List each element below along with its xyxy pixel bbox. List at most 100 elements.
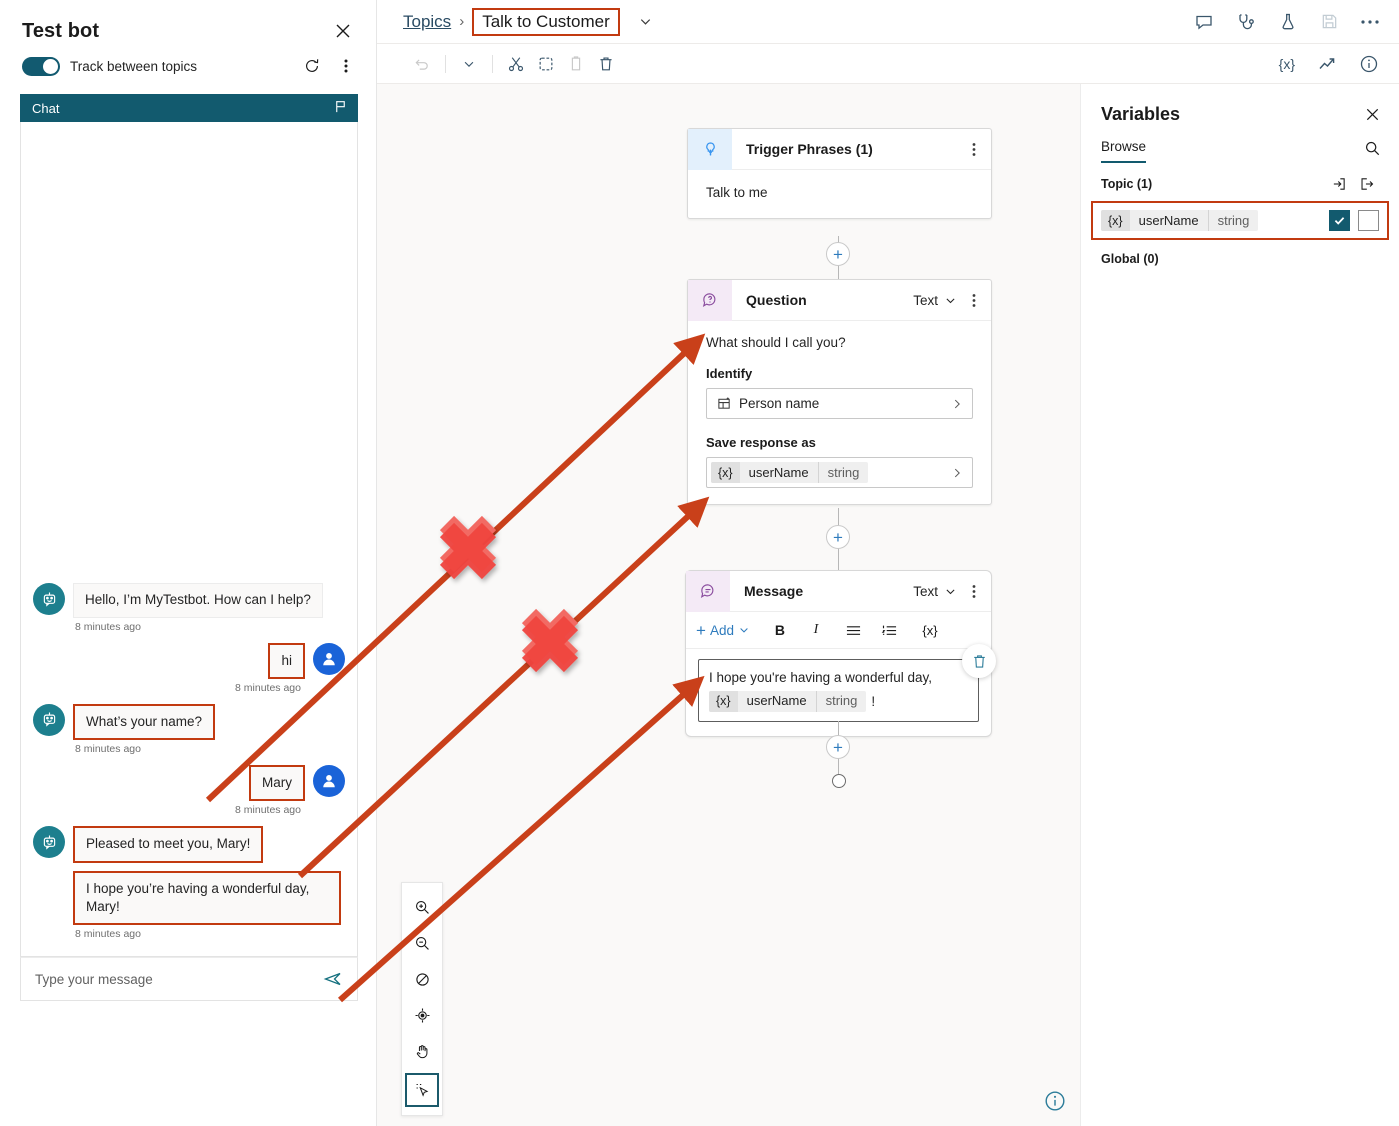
question-node[interactable]: Question Text What should I call you? Id… bbox=[687, 279, 992, 505]
undo-history-chevron-down-icon[interactable] bbox=[454, 49, 484, 79]
identify-picker[interactable]: Person name bbox=[706, 388, 973, 419]
send-icon[interactable] bbox=[323, 969, 343, 989]
more-options-icon[interactable] bbox=[334, 54, 358, 78]
save-icon[interactable] bbox=[1320, 12, 1339, 31]
chat-message-list: Hello, I’m MyTestbot. How can I help? 8 m… bbox=[21, 583, 357, 950]
refresh-icon[interactable] bbox=[300, 54, 324, 78]
chat-tab-label: Chat bbox=[32, 100, 60, 116]
trigger-node-header: Trigger Phrases (1) bbox=[688, 128, 991, 170]
paste-icon[interactable] bbox=[561, 49, 591, 79]
zoom-in-icon[interactable] bbox=[406, 889, 438, 925]
pan-hand-icon[interactable] bbox=[406, 1033, 438, 1069]
flag-icon[interactable] bbox=[333, 99, 348, 117]
delete-message-icon[interactable] bbox=[962, 644, 996, 678]
message-variable-chip[interactable]: {x} userName string bbox=[709, 690, 867, 712]
copy-icon[interactable] bbox=[531, 49, 561, 79]
question-variable-type: string bbox=[817, 462, 869, 483]
variable-input-checkbox[interactable] bbox=[1329, 210, 1350, 231]
message-text-editor[interactable]: I hope you're having a wonderful day, {x… bbox=[698, 644, 996, 723]
undo-icon[interactable] bbox=[407, 49, 437, 79]
authoring-canvas[interactable]: Trigger Phrases (1) Talk to me + Questio… bbox=[377, 84, 1080, 1126]
insert-variable-button[interactable]: {x} bbox=[916, 617, 944, 643]
add-node-button-2[interactable]: + bbox=[826, 525, 850, 549]
tab-browse[interactable]: Browse bbox=[1101, 139, 1147, 163]
bot-avatar-icon bbox=[33, 826, 65, 859]
topic-variable-chip[interactable]: {x} userName string bbox=[1101, 210, 1259, 231]
bot-avatar-icon bbox=[33, 703, 65, 736]
add-node-button-3[interactable]: + bbox=[826, 735, 850, 759]
chat-timestamp: 8 minutes ago bbox=[235, 681, 301, 694]
chevron-down-icon bbox=[740, 628, 748, 633]
chat-tab[interactable]: Chat bbox=[20, 94, 358, 122]
table-row[interactable]: {x} userName string bbox=[1101, 210, 1321, 231]
bulleted-list-button[interactable] bbox=[840, 617, 868, 643]
trigger-phrase-text[interactable]: Talk to me bbox=[706, 185, 973, 200]
chat-input-row[interactable]: Type your message bbox=[20, 957, 358, 1001]
question-bubble-icon bbox=[688, 279, 732, 321]
chat-bubble: I hope you’re having a wonderful day, Ma… bbox=[73, 870, 341, 925]
chevron-down-icon bbox=[946, 589, 955, 594]
chat-message-bot: I hope you’re having a wonderful day, Ma… bbox=[33, 870, 345, 925]
info-icon[interactable] bbox=[1359, 54, 1379, 74]
canvas-info-icon[interactable] bbox=[1044, 1090, 1066, 1112]
entity-icon bbox=[717, 396, 732, 411]
variables-icon[interactable]: {x} bbox=[1279, 56, 1295, 72]
chevron-down-icon[interactable] bbox=[638, 14, 653, 29]
add-content-button[interactable]: + Add bbox=[696, 622, 756, 639]
trigger-node-kebab-icon[interactable] bbox=[957, 129, 991, 170]
message-rich-text-toolbar: + Add B I {x} bbox=[686, 612, 991, 649]
fit-to-screen-icon[interactable] bbox=[406, 997, 438, 1033]
question-prompt-text[interactable]: What should I call you? bbox=[706, 335, 973, 350]
chat-input-placeholder[interactable]: Type your message bbox=[35, 972, 323, 987]
zoom-out-icon[interactable] bbox=[406, 925, 438, 961]
chat-message-bot: What’s your name? bbox=[33, 703, 345, 741]
stethoscope-icon[interactable] bbox=[1236, 12, 1256, 32]
ellipsis-icon[interactable] bbox=[1361, 19, 1379, 25]
save-response-variable-picker[interactable]: {x} userName string bbox=[706, 457, 973, 488]
close-icon[interactable] bbox=[1364, 106, 1381, 123]
message-variable-token: {x} bbox=[709, 690, 738, 712]
chat-timestamp: 8 minutes ago bbox=[235, 804, 301, 817]
message-response-type-selector[interactable]: Text bbox=[913, 584, 957, 599]
question-node-kebab-icon[interactable] bbox=[957, 280, 991, 321]
variable-output-checkbox[interactable] bbox=[1358, 210, 1379, 231]
message-response-type-label: Text bbox=[913, 583, 938, 599]
select-cursor-icon[interactable] bbox=[405, 1073, 439, 1107]
numbered-list-button[interactable] bbox=[876, 617, 904, 643]
analytics-icon[interactable] bbox=[1317, 54, 1337, 74]
chat-message-bot: Hello, I’m MyTestbot. How can I help? bbox=[33, 583, 345, 618]
bold-button[interactable]: B bbox=[766, 617, 794, 643]
zoom-reset-icon[interactable] bbox=[406, 961, 438, 997]
comment-icon[interactable] bbox=[1194, 12, 1214, 32]
question-response-type-label: Text bbox=[913, 292, 938, 308]
track-between-topics-row: Track between topics bbox=[0, 48, 376, 88]
message-node-kebab-icon[interactable] bbox=[957, 571, 991, 612]
track-between-topics-toggle[interactable] bbox=[22, 56, 60, 76]
breadcrumb-topics-link[interactable]: Topics bbox=[403, 12, 451, 32]
message-node[interactable]: Message Text + Add B I {x} I hope you're… bbox=[685, 570, 996, 738]
topic-variable-row-highlight: {x} userName string bbox=[1091, 201, 1389, 240]
command-bar: {x} bbox=[377, 44, 1399, 84]
flask-icon[interactable] bbox=[1278, 12, 1298, 32]
chat-transcript: Hello, I’m MyTestbot. How can I help? 8 m… bbox=[20, 122, 358, 957]
receive-value-icon[interactable] bbox=[1325, 173, 1353, 195]
add-node-button-1[interactable]: + bbox=[826, 242, 850, 266]
question-response-type-selector[interactable]: Text bbox=[913, 293, 957, 308]
chevron-right-icon bbox=[950, 466, 964, 480]
return-value-icon[interactable] bbox=[1353, 173, 1381, 195]
cut-icon[interactable] bbox=[501, 49, 531, 79]
message-text-after: ! bbox=[871, 693, 876, 709]
chat-timestamp: 8 minutes ago bbox=[75, 620, 141, 633]
test-bot-panel: Test bot Track between topics Chat Hello… bbox=[0, 0, 377, 1126]
user-avatar-icon bbox=[313, 765, 345, 798]
delete-icon[interactable] bbox=[591, 49, 621, 79]
search-icon[interactable] bbox=[1364, 140, 1381, 163]
close-icon[interactable] bbox=[330, 18, 356, 44]
question-variable-name: userName bbox=[748, 465, 809, 480]
identify-value: Person name bbox=[739, 396, 820, 411]
message-bubble-icon bbox=[686, 570, 730, 612]
save-response-as-label: Save response as bbox=[706, 435, 816, 450]
italic-button[interactable]: I bbox=[802, 617, 830, 643]
message-text-before: I hope you're having a wonderful day, bbox=[709, 670, 932, 685]
trigger-phrases-node[interactable]: Trigger Phrases (1) Talk to me bbox=[687, 128, 992, 219]
